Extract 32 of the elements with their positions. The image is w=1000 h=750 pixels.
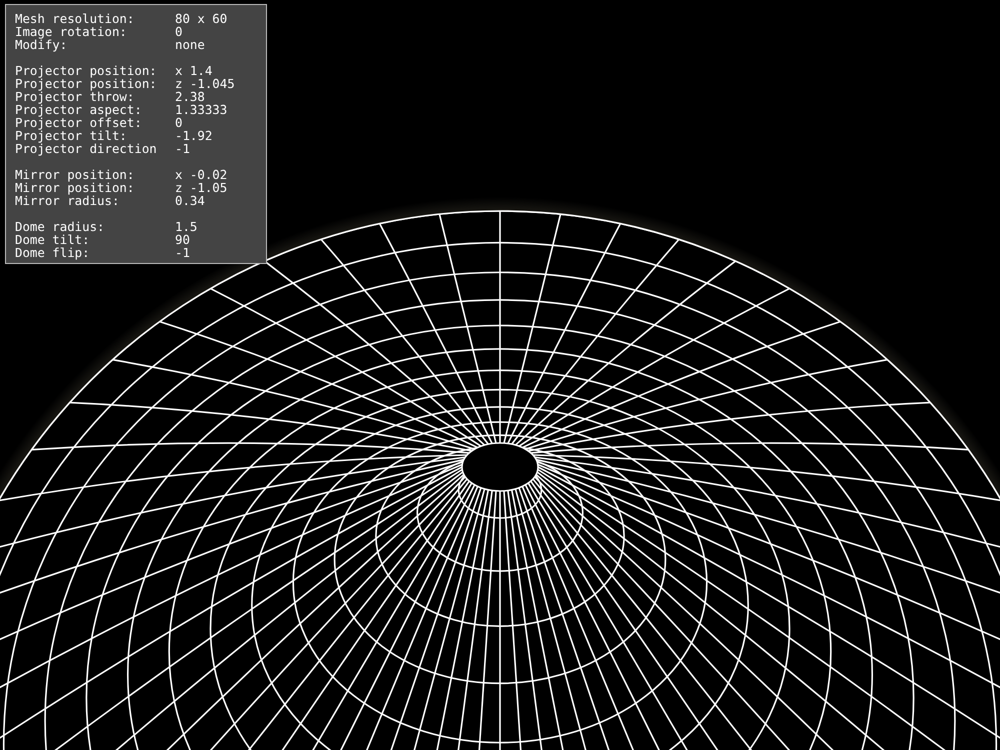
setting-label: Modify: [15, 38, 68, 51]
setting-value: x 1.4 [175, 64, 214, 77]
setting-label: Projector tilt: [15, 129, 128, 142]
setting-value: 0.34 [175, 194, 206, 207]
setting-label: Projector aspect: [15, 103, 143, 116]
setting-value: 0 [175, 25, 184, 38]
setting-label: Projector position: [15, 77, 158, 90]
setting-value: x -0.02 [175, 168, 228, 181]
setting-value: -1.92 [175, 129, 214, 142]
setting-value: 80 x 60 [175, 12, 228, 25]
setting-label: Projector offset: [15, 116, 143, 129]
setting-value: z -1.05 [175, 181, 228, 194]
setting-label: Image rotation: [15, 25, 128, 38]
setting-value: 2.38 [175, 90, 206, 103]
setting-label: Projector throw: [15, 90, 134, 103]
setting-value: 0 [175, 116, 184, 129]
setting-label: Dome tilt: [15, 233, 91, 246]
setting-value: -1 [175, 246, 191, 259]
setting-value: z -1.045 [175, 77, 236, 90]
setting-label: Mesh resolution: [15, 12, 136, 25]
setting-value: 1.33333 [175, 103, 228, 116]
setting-value: 90 [175, 233, 191, 246]
setting-label: Projector direction [15, 142, 158, 155]
setting-value: none [175, 38, 206, 51]
setting-label: Dome flip: [15, 246, 91, 259]
setting-label: Dome radius: [15, 220, 106, 233]
setting-value: 1.5 [175, 220, 198, 233]
setting-label: Mirror position: [15, 168, 136, 181]
setting-value: -1 [175, 142, 191, 155]
setting-label: Mirror radius: [15, 194, 120, 207]
setting-label: Projector position: [15, 64, 158, 77]
setting-label: Mirror position: [15, 181, 136, 194]
